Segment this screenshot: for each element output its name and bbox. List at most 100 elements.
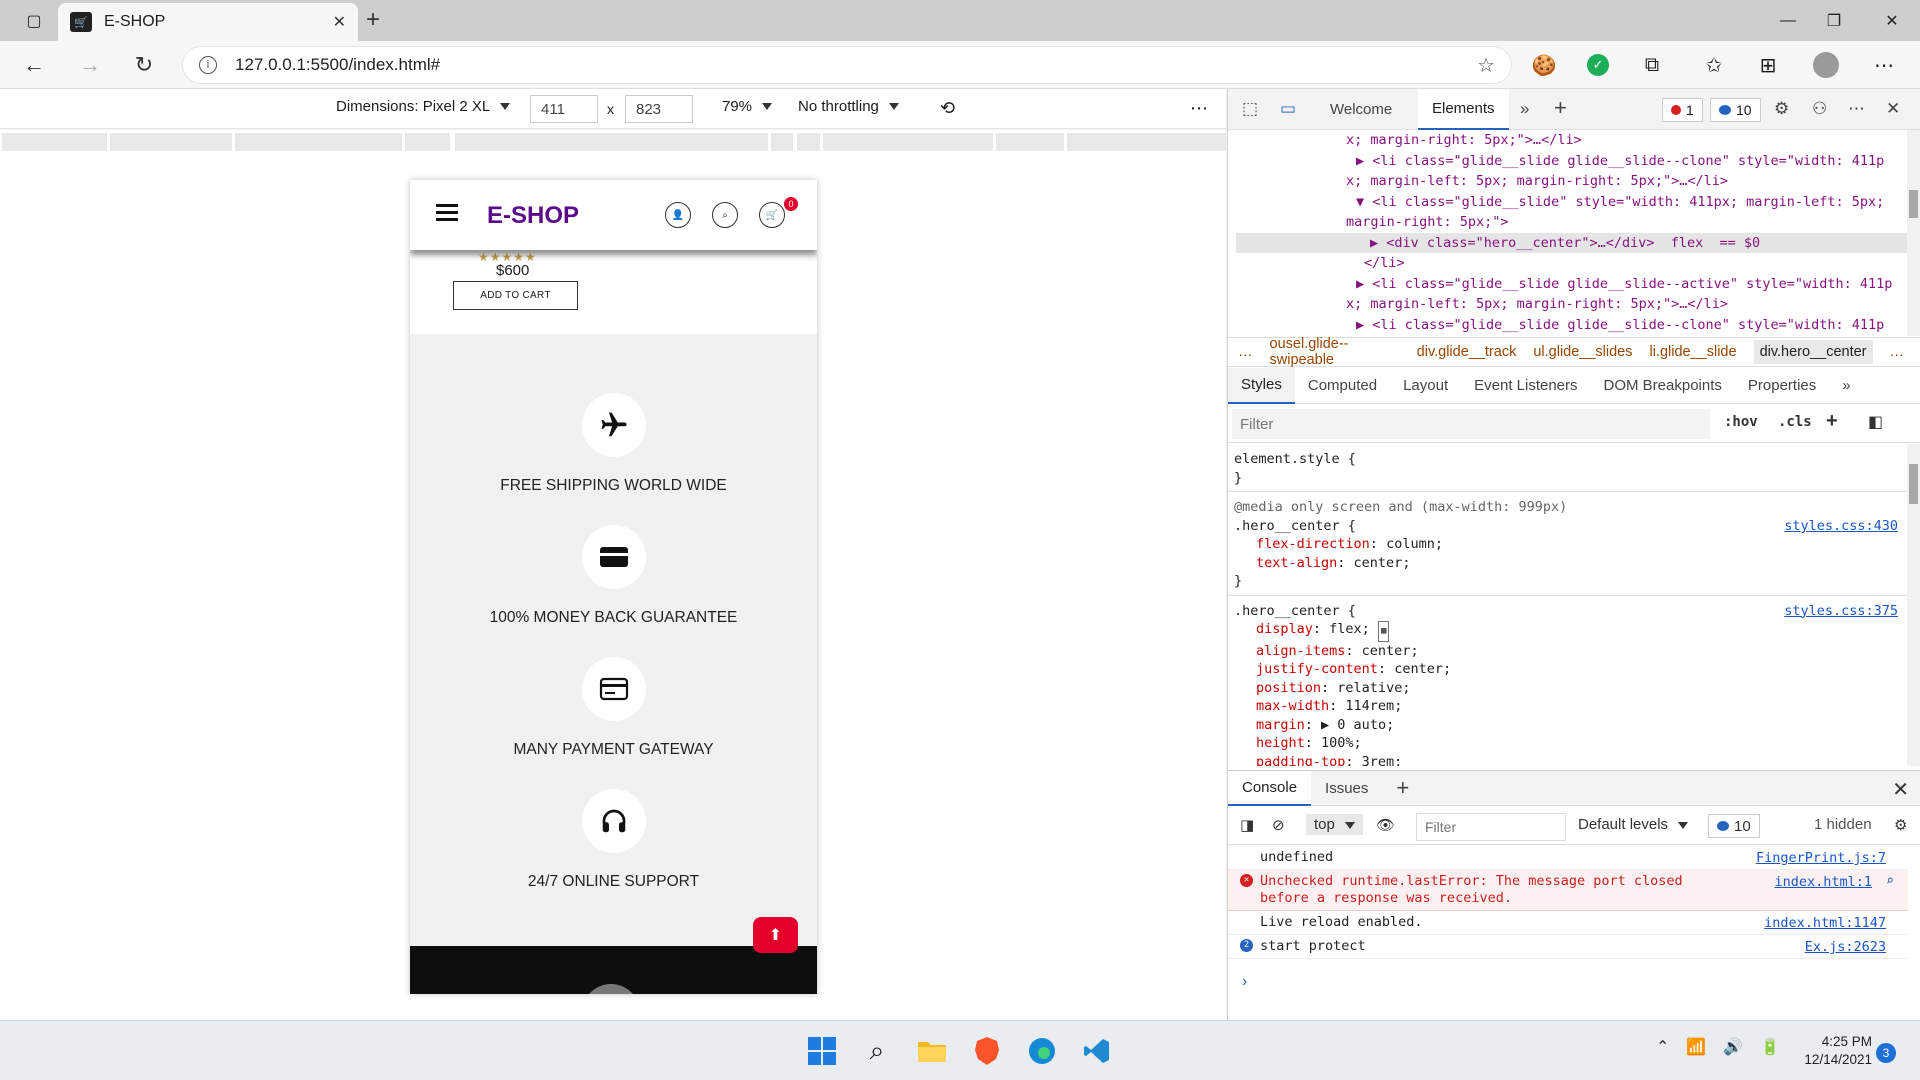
console-message[interactable]: Live reload enabled. index.html:1147 bbox=[1228, 911, 1908, 935]
console-message[interactable]: undefined FingerPrint.js:7 bbox=[1228, 846, 1908, 870]
viewport-width-input[interactable]: 411 bbox=[530, 95, 598, 123]
media-query-segment[interactable] bbox=[771, 133, 793, 151]
media-query-segment[interactable] bbox=[2, 133, 107, 151]
zoom-dropdown[interactable]: 79% bbox=[722, 98, 773, 115]
windows-start-icon[interactable] bbox=[806, 1035, 838, 1067]
viewport-height-input[interactable]: 823 bbox=[625, 95, 693, 123]
tab-actions-icon[interactable]: ▢ bbox=[6, 0, 62, 41]
maximize-icon[interactable]: ❐ bbox=[1806, 0, 1862, 41]
css-property[interactable]: justify-content: center; bbox=[1234, 660, 1902, 679]
context-dropdown[interactable]: top bbox=[1306, 814, 1363, 835]
console-prompt[interactable]: › bbox=[1242, 973, 1247, 991]
breadcrumb-item[interactable]: ousel.glide--swipeable bbox=[1270, 336, 1400, 368]
dom-node-line[interactable]: ▼ <li class="glide__slide" style="width:… bbox=[1236, 192, 1908, 213]
cookie-extension-icon[interactable]: 🍪 bbox=[1530, 51, 1558, 79]
tab-welcome[interactable]: Welcome bbox=[1316, 89, 1406, 130]
customize-icon[interactable]: ⚇ bbox=[1812, 99, 1827, 119]
notification-badge[interactable]: 3 bbox=[1876, 1043, 1896, 1063]
tab-properties[interactable]: Properties bbox=[1735, 368, 1829, 404]
dom-node-line[interactable]: x; margin-right: 5px;">…</li> bbox=[1236, 130, 1908, 151]
close-devtools-icon[interactable]: ✕ bbox=[1886, 99, 1900, 119]
breadcrumb-item[interactable]: … bbox=[1238, 344, 1253, 360]
console-sidebar-icon[interactable]: ◨ bbox=[1240, 816, 1254, 834]
media-query-segment[interactable] bbox=[405, 133, 450, 151]
console-filter-input[interactable] bbox=[1416, 813, 1566, 841]
styles-scrollbar[interactable] bbox=[1907, 444, 1920, 766]
tab-elements[interactable]: Elements bbox=[1418, 89, 1509, 130]
media-query-segment[interactable] bbox=[823, 133, 993, 151]
css-property[interactable]: align-items: center; bbox=[1234, 642, 1902, 661]
browser-tab[interactable]: 🛒 E-SHOP ✕ bbox=[58, 3, 358, 41]
hamburger-menu-icon[interactable] bbox=[436, 204, 458, 222]
message-source-link[interactable]: Ex.js:2623 bbox=[1805, 939, 1886, 956]
media-query-segment[interactable] bbox=[455, 133, 768, 151]
error-count-badge[interactable]: 1 bbox=[1662, 98, 1703, 122]
url-text[interactable]: 127.0.0.1:5500/index.html# bbox=[235, 55, 1477, 75]
device-dimensions-dropdown[interactable]: Dimensions: Pixel 2 XL bbox=[336, 98, 511, 115]
add-favorite-star-icon[interactable]: ☆ bbox=[1477, 53, 1495, 78]
tab-computed[interactable]: Computed bbox=[1295, 368, 1390, 404]
message-source-link[interactable]: index.html:1147 bbox=[1764, 915, 1886, 932]
breadcrumb-item-active[interactable]: div.hero__center bbox=[1753, 340, 1873, 364]
dom-node-line[interactable]: ▶ <li class="glide__slide glide__slide--… bbox=[1236, 315, 1908, 336]
close-tab-icon[interactable]: ✕ bbox=[333, 12, 346, 32]
breadcrumb-item[interactable]: … bbox=[1890, 344, 1905, 360]
search-icon[interactable]: ⌕ bbox=[1886, 873, 1894, 890]
dom-node-selected[interactable]: ▶ <div class="hero__center">…</div> flex… bbox=[1236, 232, 1908, 253]
rotate-device-icon[interactable]: ⟲ bbox=[940, 98, 955, 119]
style-rule[interactable]: .hero__center { styles.css:375 display: … bbox=[1228, 596, 1908, 767]
reload-icon[interactable]: ↻ bbox=[128, 49, 160, 81]
wifi-icon[interactable]: 📶 bbox=[1686, 1037, 1706, 1057]
user-icon[interactable]: 👤 bbox=[665, 202, 691, 228]
flexbox-editor-icon[interactable]: ▦ bbox=[1377, 621, 1390, 642]
volume-icon[interactable]: 🔊 bbox=[1723, 1037, 1743, 1057]
console-settings-gear-icon[interactable]: ⚙ bbox=[1894, 816, 1907, 834]
breadcrumb-item[interactable]: li.glide__slide bbox=[1650, 344, 1737, 360]
dom-node-line[interactable]: ▶ <li class="glide__slide glide__slide--… bbox=[1236, 151, 1908, 172]
tab-event-listeners[interactable]: Event Listeners bbox=[1461, 368, 1590, 404]
dom-tree-scrollbar[interactable] bbox=[1907, 130, 1920, 336]
cls-toggle[interactable]: .cls bbox=[1778, 414, 1812, 430]
css-property[interactable]: margin: ▶ 0 auto; bbox=[1234, 716, 1902, 735]
media-query-segment[interactable] bbox=[235, 133, 402, 151]
favorites-icon[interactable]: ✩ bbox=[1700, 51, 1728, 79]
more-tabs-icon[interactable]: » bbox=[1520, 99, 1529, 119]
collections-icon[interactable]: ⊞ bbox=[1754, 51, 1782, 79]
console-info-badge[interactable]: 10 bbox=[1708, 814, 1760, 838]
file-explorer-icon[interactable] bbox=[916, 1035, 948, 1067]
tab-dom-breakpoints[interactable]: DOM Breakpoints bbox=[1591, 368, 1735, 404]
breadcrumb-item[interactable]: div.glide__track bbox=[1417, 344, 1517, 360]
rule-source-link[interactable]: styles.css:430 bbox=[1784, 517, 1898, 536]
new-style-rule-icon[interactable]: + bbox=[1826, 410, 1838, 433]
settings-gear-icon[interactable]: ⚙ bbox=[1774, 99, 1789, 119]
element-style-rule[interactable]: element.style { } bbox=[1228, 444, 1908, 492]
brave-browser-icon[interactable] bbox=[971, 1035, 1003, 1067]
edge-browser-icon[interactable] bbox=[1026, 1035, 1058, 1067]
hov-toggle[interactable]: :hov bbox=[1724, 414, 1758, 430]
dom-node-line[interactable]: </li> bbox=[1236, 253, 1908, 274]
media-query-segment[interactable] bbox=[1067, 133, 1226, 151]
dom-node-line[interactable]: x; margin-left: 5px; margin-right: 5px;"… bbox=[1236, 294, 1908, 315]
close-window-icon[interactable]: ✕ bbox=[1864, 0, 1920, 41]
device-toolbar-icon[interactable]: ▭ bbox=[1280, 99, 1296, 119]
battery-icon[interactable]: 🔋 bbox=[1760, 1037, 1780, 1057]
dom-node-line[interactable]: margin-right: 5px;"> bbox=[1236, 212, 1908, 233]
taskbar-search-icon[interactable]: ⌕ bbox=[861, 1035, 893, 1067]
cart-icon[interactable]: 🛒 bbox=[759, 202, 785, 228]
profile-avatar-icon[interactable] bbox=[1812, 51, 1840, 79]
more-subtabs-icon[interactable]: » bbox=[1829, 368, 1863, 404]
css-property[interactable]: position: relative; bbox=[1234, 679, 1902, 698]
vscode-icon[interactable] bbox=[1081, 1035, 1113, 1067]
css-property[interactable]: display: flex; ▦ bbox=[1234, 620, 1902, 642]
media-query-segment[interactable] bbox=[996, 133, 1064, 151]
check-extension-icon[interactable]: ✓ bbox=[1584, 51, 1612, 79]
css-property[interactable]: max-width: 114rem; bbox=[1234, 697, 1902, 716]
show-hidden-icons-icon[interactable]: ⌃ bbox=[1656, 1037, 1669, 1057]
back-arrow-icon[interactable]: ← bbox=[18, 49, 50, 81]
new-tab-icon[interactable]: + bbox=[366, 6, 380, 34]
scroll-to-top-button[interactable]: ⬆ bbox=[753, 917, 798, 953]
rule-source-link[interactable]: styles.css:375 bbox=[1784, 602, 1898, 621]
message-source-link[interactable]: index.html:1 bbox=[1774, 874, 1872, 891]
clock[interactable]: 4:25 PM 12/14/2021 bbox=[1782, 1033, 1872, 1069]
style-rule[interactable]: @media only screen and (max-width: 999px… bbox=[1228, 492, 1908, 596]
